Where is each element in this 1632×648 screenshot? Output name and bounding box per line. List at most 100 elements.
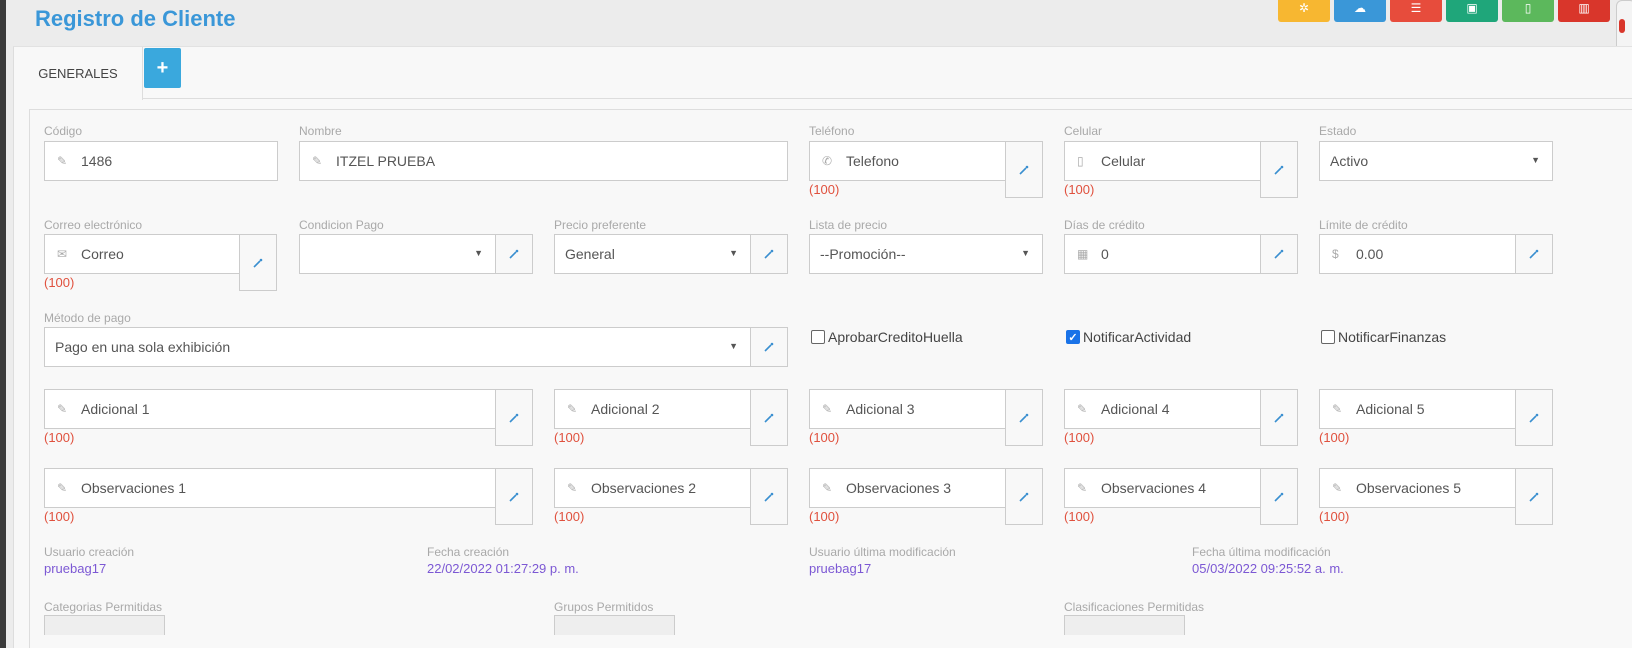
- observaciones-2-counter: (100): [554, 509, 585, 524]
- observaciones-4-input[interactable]: ✎ Observaciones 4: [1064, 468, 1261, 508]
- chevron-down-icon: ▼: [1021, 248, 1030, 258]
- magic-wand-icon: [764, 413, 774, 423]
- observaciones-4-counter: (100): [1064, 509, 1095, 524]
- celular-input[interactable]: ▯ Celular: [1064, 141, 1261, 181]
- codigo-input[interactable]: ✎ 1486: [44, 141, 278, 181]
- dollar-icon: $: [1332, 247, 1339, 261]
- observaciones-2-input[interactable]: ✎ Observaciones 2: [554, 468, 751, 508]
- condicion-pago-wand-button[interactable]: [495, 234, 533, 274]
- limite-credito-input[interactable]: $ 0.00: [1319, 234, 1516, 274]
- adicional-2-wand-button[interactable]: [750, 389, 788, 446]
- adicional-5-wand-button[interactable]: [1515, 389, 1553, 446]
- metodo-pago-wand-button[interactable]: [750, 327, 788, 367]
- gears-icon: ✲: [1298, 1, 1310, 15]
- tab-generales[interactable]: GENERALES: [14, 47, 143, 100]
- precio-preferente-wand-button[interactable]: [750, 234, 788, 274]
- aprobar-credito-checkbox[interactable]: AprobarCreditoHuella: [811, 329, 963, 345]
- magic-wand-icon: [1529, 492, 1539, 502]
- edit-icon: ✎: [1332, 481, 1343, 495]
- save-button[interactable]: ▣: [1446, 0, 1498, 22]
- checkbox-unchecked-icon: [1321, 330, 1335, 344]
- adicional-3-wand-button[interactable]: [1005, 389, 1043, 446]
- dias-credito-wand-button[interactable]: [1260, 234, 1298, 274]
- observaciones-1-counter: (100): [44, 509, 75, 524]
- magic-wand-icon: [253, 258, 263, 268]
- observaciones-2-wand-button[interactable]: [750, 468, 788, 525]
- observaciones-1-input[interactable]: ✎ Observaciones 1: [44, 468, 496, 508]
- precio-preferente-select[interactable]: General ▼: [554, 234, 751, 274]
- settings-button[interactable]: ✲: [1278, 0, 1330, 22]
- observaciones-5-input[interactable]: ✎ Observaciones 5: [1319, 468, 1516, 508]
- adicional-4-wand-button[interactable]: [1260, 389, 1298, 446]
- dias-credito-input[interactable]: ▦ 0: [1064, 234, 1261, 274]
- usuario-mod-label: Usuario última modificación: [809, 545, 956, 559]
- fecha-mod-value: 05/03/2022 09:25:52 a. m.: [1192, 561, 1344, 576]
- magic-wand-icon: [1274, 492, 1284, 502]
- edit-icon: ✎: [1077, 481, 1088, 495]
- delete-button[interactable]: ▥: [1558, 0, 1610, 22]
- adicional-1-counter: (100): [44, 430, 75, 445]
- adicional-3-counter: (100): [809, 430, 840, 445]
- observaciones-3-input[interactable]: ✎ Observaciones 3: [809, 468, 1006, 508]
- telefono-input[interactable]: ✆ Telefono: [809, 141, 1006, 181]
- observaciones-1-wand-button[interactable]: [495, 468, 533, 525]
- celular-wand-button[interactable]: [1260, 141, 1298, 198]
- notificar-actividad-checkbox[interactable]: ✓ NotificarActividad: [1066, 329, 1191, 345]
- fecha-creacion-value: 22/02/2022 01:27:29 p. m.: [427, 561, 579, 576]
- list-button[interactable]: ☰: [1390, 0, 1442, 22]
- adicional-5-input[interactable]: ✎ Adicional 5: [1319, 389, 1516, 429]
- condicion-pago-select[interactable]: ▼: [299, 234, 496, 274]
- limite-credito-wand-button[interactable]: [1515, 234, 1553, 274]
- correo-wand-button[interactable]: [239, 234, 277, 291]
- new-button[interactable]: ▯: [1502, 0, 1554, 22]
- adicional-1-wand-button[interactable]: [495, 389, 533, 446]
- toolbar: ✲ ☁ ☰ ▣ ▯ ▥: [1278, 0, 1610, 22]
- edit-icon: ✎: [567, 402, 578, 416]
- edit-icon: ✎: [1077, 402, 1088, 416]
- checkbox-unchecked-icon: [811, 330, 825, 344]
- correo-input[interactable]: ✉ Correo: [44, 234, 240, 274]
- observaciones-3-wand-button[interactable]: [1005, 468, 1043, 525]
- magic-wand-icon: [509, 492, 519, 502]
- grupos-permitidos-button[interactable]: [554, 615, 675, 635]
- celular-label: Celular: [1064, 124, 1103, 138]
- edit-icon: ✎: [57, 402, 68, 416]
- magic-wand-icon: [1019, 413, 1029, 423]
- lista-precio-select[interactable]: --Promoción-- ▼: [809, 234, 1043, 274]
- side-scroll-handle[interactable]: [1616, 0, 1632, 52]
- celular-counter: (100): [1064, 182, 1095, 197]
- magic-wand-icon: [764, 342, 774, 352]
- add-tab-button[interactable]: +: [144, 48, 181, 88]
- observaciones-4-wand-button[interactable]: [1260, 468, 1298, 525]
- adicional-2-input[interactable]: ✎ Adicional 2: [554, 389, 751, 429]
- metodo-pago-select[interactable]: Pago en una sola exhibición ▼: [44, 327, 751, 367]
- magic-wand-icon: [1274, 249, 1284, 259]
- estado-select[interactable]: Activo ▼: [1319, 141, 1553, 181]
- clasificaciones-permitidas-label: Clasificaciones Permitidas: [1064, 600, 1205, 614]
- correo-counter: (100): [44, 275, 75, 290]
- adicional-4-counter: (100): [1064, 430, 1095, 445]
- telefono-wand-button[interactable]: [1005, 141, 1043, 198]
- client-form: Código ✎ 1486 Nombre ✎ ITZEL PRUEBA Telé…: [29, 109, 1632, 648]
- observaciones-5-counter: (100): [1319, 509, 1350, 524]
- chevron-down-icon: ▼: [729, 248, 738, 258]
- telefono-counter: (100): [809, 182, 840, 197]
- clasificaciones-permitidas-button[interactable]: [1064, 615, 1185, 635]
- adicional-5-counter: (100): [1319, 430, 1350, 445]
- limite-credito-label: Límite de crédito: [1319, 218, 1408, 232]
- codigo-label: Código: [44, 124, 83, 138]
- adicional-1-input[interactable]: ✎ Adicional 1: [44, 389, 496, 429]
- upload-button[interactable]: ☁: [1334, 0, 1386, 22]
- chevron-down-icon: ▼: [1531, 155, 1540, 165]
- precio-preferente-label: Precio preferente: [554, 218, 647, 232]
- observaciones-5-wand-button[interactable]: [1515, 468, 1553, 525]
- notificar-finanzas-checkbox[interactable]: NotificarFinanzas: [1321, 329, 1446, 345]
- list-icon: ☰: [1410, 1, 1422, 15]
- adicional-4-input[interactable]: ✎ Adicional 4: [1064, 389, 1261, 429]
- edit-icon: ✎: [1332, 402, 1343, 416]
- adicional-3-input[interactable]: ✎ Adicional 3: [809, 389, 1006, 429]
- chevron-down-icon: ▼: [474, 248, 483, 258]
- nombre-input[interactable]: ✎ ITZEL PRUEBA: [299, 141, 788, 181]
- magic-wand-icon: [764, 492, 774, 502]
- categorias-permitidas-button[interactable]: [44, 615, 165, 635]
